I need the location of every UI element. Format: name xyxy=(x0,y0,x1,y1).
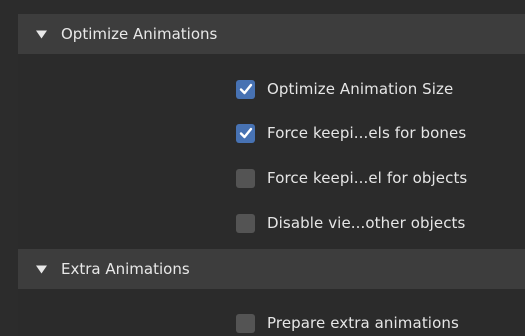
section-title: Extra Animations xyxy=(61,260,190,278)
checkbox-checked[interactable] xyxy=(236,123,255,143)
checkmark-icon xyxy=(239,83,252,95)
option-prepare-extra-animations[interactable]: Prepare extra animations xyxy=(236,311,459,335)
checkbox-unchecked[interactable] xyxy=(236,213,255,233)
section-header-optimize-animations[interactable]: Optimize Animations xyxy=(18,14,525,54)
triangle-down-icon xyxy=(36,30,47,38)
section-title: Optimize Animations xyxy=(61,25,218,43)
checkbox-unchecked[interactable] xyxy=(236,168,255,188)
section-body-extra-animations: Prepare extra animations xyxy=(18,289,525,336)
option-force-keeping-bones[interactable]: Force keepi...els for bones xyxy=(236,121,466,145)
triangle-down-icon xyxy=(36,265,47,273)
option-label: Disable vie...other objects xyxy=(267,214,466,232)
properties-panel: Optimize Animations Optimize Animation S… xyxy=(18,14,525,336)
option-force-keeping-objects[interactable]: Force keepi...el for objects xyxy=(236,166,467,190)
option-label: Optimize Animation Size xyxy=(267,80,454,98)
checkbox-checked[interactable] xyxy=(236,79,255,99)
properties-panel-root: Optimize Animations Optimize Animation S… xyxy=(0,0,525,336)
option-label: Force keepi...els for bones xyxy=(267,124,467,142)
option-label: Force keepi...el for objects xyxy=(267,169,468,187)
section-body-optimize-animations: Optimize Animation Size Force keepi...el… xyxy=(18,54,525,248)
option-label: Prepare extra animations xyxy=(267,314,459,332)
option-optimize-animation-size[interactable]: Optimize Animation Size xyxy=(236,77,453,101)
option-disable-viewport-other-objects[interactable]: Disable vie...other objects xyxy=(236,211,465,235)
checkbox-unchecked[interactable] xyxy=(236,313,255,333)
section-header-extra-animations[interactable]: Extra Animations xyxy=(18,249,525,289)
checkmark-icon xyxy=(239,127,252,139)
